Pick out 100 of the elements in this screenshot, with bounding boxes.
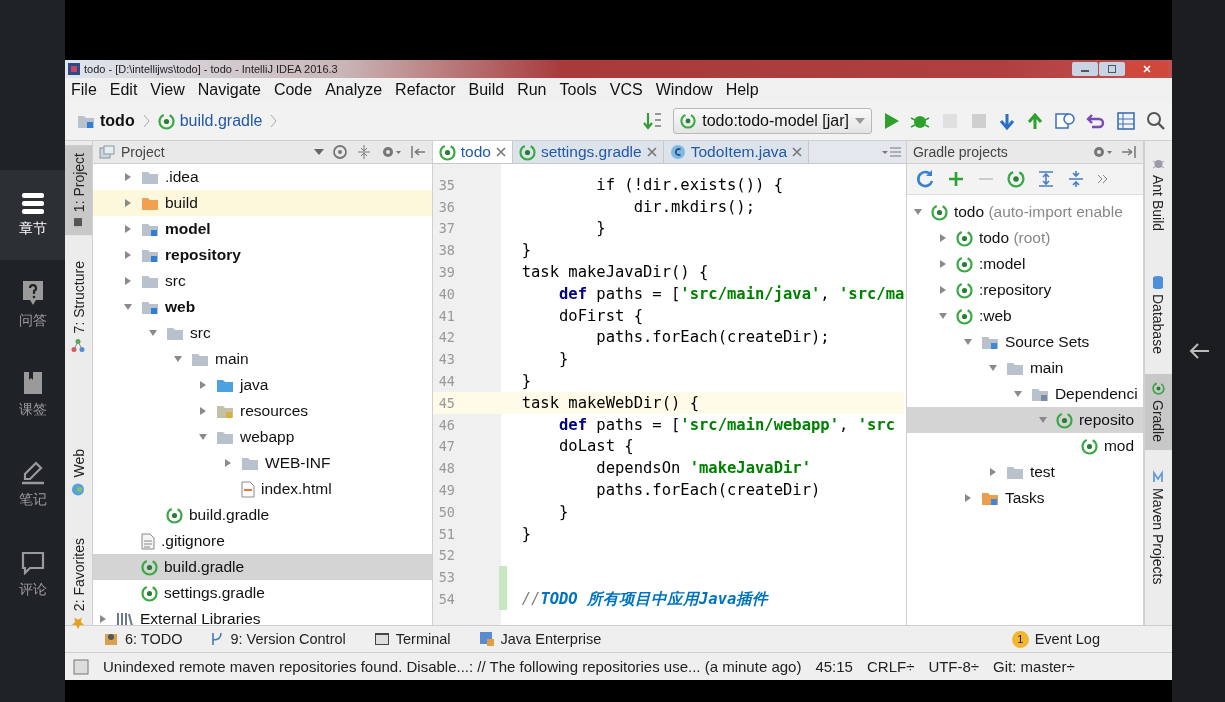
expand-arrow-icon[interactable]	[937, 233, 948, 243]
player-nav-item[interactable]: 章节	[0, 170, 65, 260]
collapse-arrow-icon[interactable]	[1012, 389, 1023, 399]
tree-item[interactable]: todo (root)	[906, 225, 1143, 251]
tree-item[interactable]: reposito	[906, 407, 1143, 433]
expand-arrow-icon[interactable]	[223, 458, 233, 468]
tree-item[interactable]: External Libraries	[93, 606, 432, 625]
tree-item[interactable]: Dependenci	[906, 381, 1143, 407]
tool-window-button[interactable]: Terminal	[373, 631, 451, 647]
expand-arrow-icon[interactable]	[123, 276, 133, 286]
tree-item[interactable]: main	[906, 355, 1143, 381]
expand-arrow-icon[interactable]	[987, 467, 998, 477]
tool-window-tab[interactable]: Web	[65, 440, 92, 505]
hide-panel-icon[interactable]	[1121, 144, 1137, 160]
menu-item[interactable]: Analyze	[325, 81, 383, 99]
expand-arrow-icon[interactable]	[123, 250, 133, 260]
menu-item[interactable]: Window	[655, 81, 713, 99]
tool-window-tab[interactable]: 7: Structure	[65, 253, 92, 361]
tree-item[interactable]: :repository	[906, 277, 1143, 303]
player-nav-item[interactable]: 评论	[0, 530, 65, 620]
tree-item[interactable]: Source Sets	[906, 329, 1143, 355]
panel-toggle-icon[interactable]	[73, 658, 89, 675]
settings-icon[interactable]	[1091, 144, 1113, 160]
collapse-arrow-icon[interactable]	[173, 354, 183, 364]
menu-item[interactable]: Code	[273, 81, 313, 99]
tree-item[interactable]: .idea	[93, 164, 432, 190]
collapse-arrow-icon[interactable]	[937, 311, 948, 321]
refresh-icon[interactable]	[914, 169, 935, 189]
tree-item[interactable]: src	[93, 320, 432, 346]
tree-item[interactable]: main	[93, 346, 432, 372]
collapse-arrow-icon[interactable]	[912, 207, 923, 217]
collapse-arrow-icon[interactable]	[962, 337, 973, 347]
player-nav-item[interactable]: 笔记	[0, 440, 65, 530]
expand-arrow-icon[interactable]	[198, 406, 208, 416]
expand-arrow-icon[interactable]	[98, 614, 108, 624]
menu-item[interactable]: Run	[517, 81, 547, 99]
run-configuration-dropdown[interactable]: todo:todo-model [jar]	[673, 108, 872, 134]
collapse-all-icon[interactable]	[355, 144, 372, 160]
tree-item[interactable]: WEB-INF	[93, 450, 432, 476]
status-item[interactable]: Git: master÷	[993, 658, 1075, 675]
expand-arrow-icon[interactable]	[123, 172, 133, 182]
expand-arrow-icon[interactable]	[123, 198, 133, 208]
plus-icon[interactable]	[946, 170, 965, 188]
player-nav-item[interactable]: 课签	[0, 350, 65, 440]
tree-item[interactable]: model	[93, 216, 432, 242]
tree-item[interactable]: mod	[906, 433, 1143, 459]
editor-tab[interactable]: todo	[432, 141, 513, 163]
collapse-arrow-icon[interactable]	[148, 328, 158, 338]
menu-item[interactable]: Build	[468, 81, 505, 99]
menu-item[interactable]: Tools	[559, 81, 597, 99]
expand-arrow-icon[interactable]	[937, 285, 948, 295]
tool-window-button[interactable]: Java Enterprise	[478, 631, 602, 647]
tree-item[interactable]: build.gradle	[93, 502, 432, 528]
menu-item[interactable]: Refactor	[395, 81, 456, 99]
tree-item[interactable]: repository	[93, 242, 432, 268]
tree-item[interactable]: build	[93, 190, 432, 216]
undo-icon[interactable]	[1086, 112, 1106, 130]
caret-icon[interactable]	[313, 149, 324, 155]
collapse-arrow-icon[interactable]	[123, 302, 133, 312]
tool-window-button[interactable]: 9: Version Control	[210, 631, 346, 647]
tree-item[interactable]: :model	[906, 251, 1143, 277]
sort-icon[interactable]	[643, 111, 664, 131]
tree-item[interactable]: Tasks	[906, 485, 1143, 511]
menu-item[interactable]: Edit	[109, 81, 138, 99]
tool-window-tab[interactable]: Database	[1145, 267, 1172, 362]
collapse-arrow-icon[interactable]	[198, 432, 208, 442]
status-item[interactable]: 45:15	[815, 658, 853, 675]
target-icon[interactable]	[331, 144, 348, 160]
tool-window-tab[interactable]: Maven Projects	[1145, 462, 1172, 593]
menu-item[interactable]: File	[71, 81, 97, 99]
tool-window-tab[interactable]: 2: Favorites	[65, 530, 92, 639]
status-item[interactable]: CRLF÷	[866, 658, 915, 675]
tree-item[interactable]: resources	[93, 398, 432, 424]
event-log-button[interactable]: 1 Event Log	[1011, 630, 1100, 648]
tree-item[interactable]: .gitignore	[93, 528, 432, 554]
tree-item[interactable]: todo (auto-import enable	[906, 199, 1143, 225]
status-item[interactable]: UTF-8÷	[928, 658, 980, 675]
collapse-all-icon[interactable]	[1066, 170, 1085, 188]
editor-tab[interactable]: settings.gradle	[512, 141, 664, 163]
expand-arrow-icon[interactable]	[198, 380, 208, 390]
player-nav-item[interactable]: 问答	[0, 260, 65, 350]
close-icon[interactable]	[646, 147, 657, 157]
code-editor[interactable]	[432, 164, 906, 625]
expand-arrow-icon[interactable]	[962, 493, 973, 503]
expand-arrow-icon[interactable]	[937, 259, 948, 269]
menu-item[interactable]: Navigate	[197, 81, 261, 99]
tree-item[interactable]: :web	[906, 303, 1143, 329]
hide-panel-icon[interactable]	[409, 144, 426, 160]
download-arrow-icon[interactable]	[998, 111, 1016, 131]
tree-item[interactable]: java	[93, 372, 432, 398]
minimize-button[interactable]	[1072, 62, 1098, 76]
close-icon[interactable]	[495, 147, 506, 157]
close-icon[interactable]	[792, 147, 803, 157]
tool-window-button[interactable]: 6: TODO	[103, 631, 183, 647]
back-arrow-icon[interactable]	[1187, 342, 1210, 360]
collapse-arrow-icon[interactable]	[987, 363, 998, 373]
tool-window-tab[interactable]: Gradle	[1145, 374, 1172, 450]
editor-tab[interactable]: TodoItem.java	[663, 141, 810, 163]
breadcrumb-item[interactable]: build.gradle	[157, 112, 263, 130]
tree-item[interactable]: settings.gradle	[93, 580, 432, 606]
